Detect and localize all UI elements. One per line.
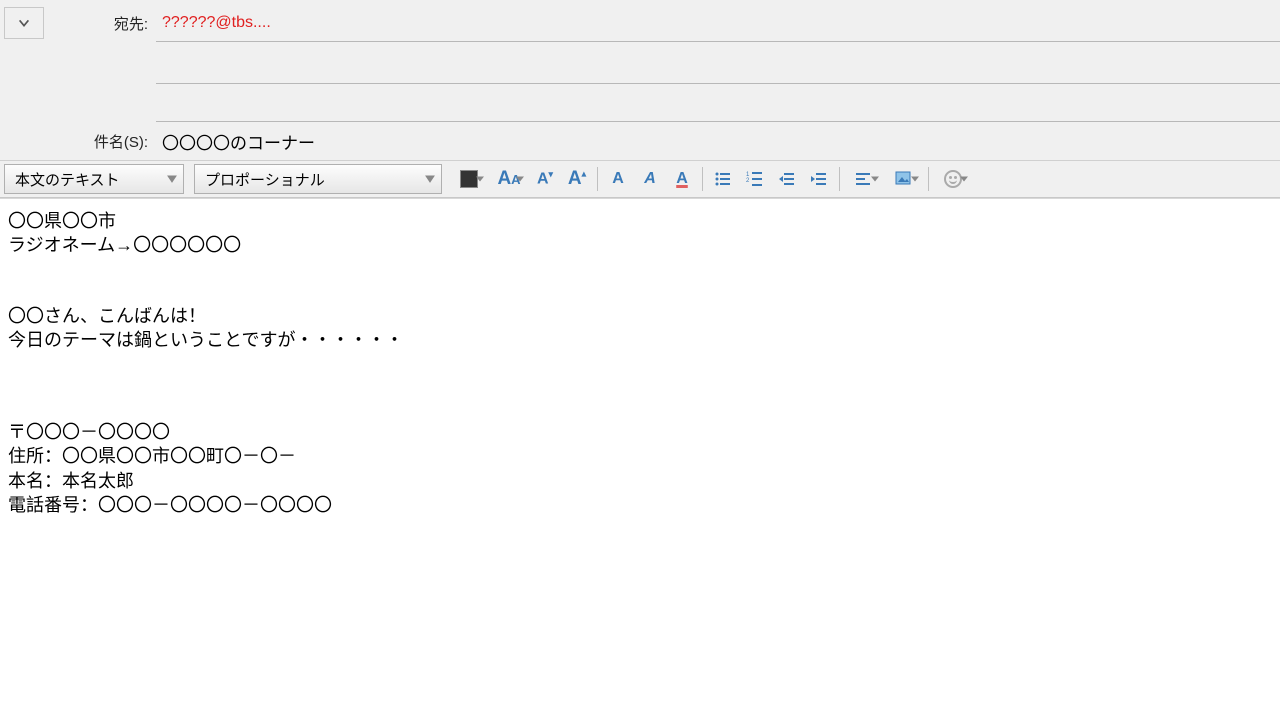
outdent-icon (778, 170, 796, 188)
body-line: ラジオネーム→〇〇〇〇〇〇 (8, 233, 1272, 257)
body-line: 今日のテーマは鍋ということですが・・・・・・ (8, 328, 1272, 352)
compose-header: 宛先: ??????@tbs.... 件名(S): 〇〇〇〇のコーナー 本文のテ… (0, 0, 1280, 199)
bulleted-list-icon (714, 170, 732, 188)
font-larger-button[interactable]: A▴ (562, 164, 592, 194)
chevron-down-icon (167, 174, 177, 184)
underline-icon: A (676, 170, 688, 188)
chevron-down-icon (17, 16, 31, 30)
subject-label: 件名(S): (48, 131, 156, 152)
to-field[interactable]: ??????@tbs.... (156, 4, 1280, 42)
font-size-button[interactable]: AA (490, 164, 528, 194)
text-align-button[interactable] (845, 164, 883, 194)
bold-button[interactable]: A (603, 164, 633, 194)
font-larger-icon: A▴ (568, 168, 586, 190)
cc-row (0, 46, 1280, 84)
cc-field[interactable] (156, 46, 1280, 84)
bcc-row (0, 84, 1280, 122)
color-swatch-icon (460, 170, 478, 188)
separator (928, 167, 929, 191)
to-row: 宛先: ??????@tbs.... (0, 0, 1280, 46)
font-family-combo[interactable]: プロポーショナル (194, 164, 442, 194)
subject-value: 〇〇〇〇のコーナー (162, 129, 315, 154)
insert-emoji-button[interactable] (934, 164, 972, 194)
italic-button[interactable]: A (635, 164, 665, 194)
body-line: 住所：〇〇県〇〇市〇〇町〇－〇－ (8, 444, 1272, 468)
chevron-down-icon (425, 174, 435, 184)
body-line: 本名：本名太郎 (8, 469, 1272, 493)
body-line: 〇〇県〇〇市 (8, 209, 1272, 233)
font-smaller-icon: A▾ (537, 169, 553, 188)
outdent-button[interactable] (772, 164, 802, 194)
body-line: 電話番号：〇〇〇－〇〇〇〇－〇〇〇〇 (8, 493, 1272, 517)
blank-line (8, 352, 1272, 420)
subject-field[interactable]: 〇〇〇〇のコーナー (156, 122, 1280, 160)
bulleted-list-button[interactable] (708, 164, 738, 194)
bold-icon: A (612, 170, 624, 188)
subject-row: 件名(S): 〇〇〇〇のコーナー (0, 122, 1280, 160)
expand-recipients-button[interactable] (4, 7, 44, 39)
format-toolbar: 本文のテキスト プロポーショナル AA A▾ A▴ A A A (0, 160, 1280, 198)
font-smaller-button[interactable]: A▾ (530, 164, 560, 194)
separator (702, 167, 703, 191)
align-left-icon (855, 170, 873, 188)
to-value: ??????@tbs.... (162, 14, 271, 32)
indent-icon (810, 170, 828, 188)
bcc-field[interactable] (156, 84, 1280, 122)
image-icon (895, 170, 913, 188)
numbered-list-icon: 1 2 (746, 170, 764, 188)
font-family-value: プロポーショナル (205, 169, 325, 190)
italic-icon: A (644, 170, 656, 188)
font-size-icon: AA (497, 168, 520, 190)
underline-button[interactable]: A (667, 164, 697, 194)
separator (839, 167, 840, 191)
svg-text:2: 2 (746, 178, 750, 184)
body-line: 〇〇さん、こんばんは！ (8, 304, 1272, 328)
font-color-button[interactable] (450, 164, 488, 194)
paragraph-style-value: 本文のテキスト (15, 169, 120, 190)
indent-button[interactable] (804, 164, 834, 194)
body-line: 〒〇〇〇－〇〇〇〇 (8, 420, 1272, 444)
to-label: 宛先: (48, 13, 156, 34)
message-body[interactable]: 〇〇県〇〇市 ラジオネーム→〇〇〇〇〇〇 〇〇さん、こんばんは！ 今日のテーマは… (0, 199, 1280, 723)
smiley-icon (944, 170, 962, 188)
insert-image-button[interactable] (885, 164, 923, 194)
paragraph-style-combo[interactable]: 本文のテキスト (4, 164, 184, 194)
separator (597, 167, 598, 191)
blank-line (8, 258, 1272, 304)
numbered-list-button[interactable]: 1 2 (740, 164, 770, 194)
